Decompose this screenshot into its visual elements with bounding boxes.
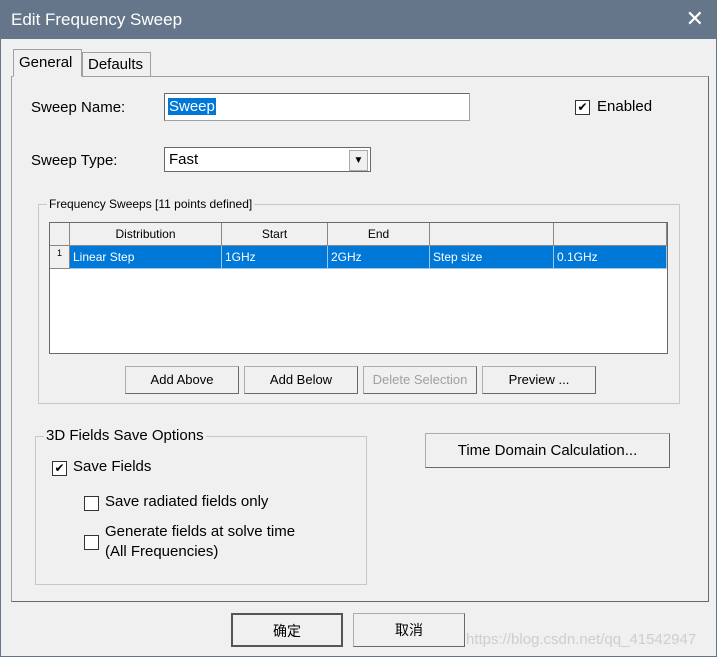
save-fields-label: Save Fields: [73, 458, 152, 475]
tab-general[interactable]: General: [13, 49, 82, 77]
add-below-button[interactable]: Add Below: [244, 366, 358, 394]
row-number[interactable]: 1: [50, 246, 70, 269]
sweep-type-value: Fast: [169, 151, 199, 168]
enabled-label: Enabled: [597, 98, 653, 115]
table-cell-distribution[interactable]: Linear Step: [70, 246, 222, 269]
frequency-sweeps-title: Frequency Sweeps [11 points defined]: [47, 197, 255, 211]
column-header-start[interactable]: Start: [222, 223, 328, 246]
table-cell-step-type[interactable]: Step size: [430, 246, 554, 269]
generate-fields-label: Generate fields at solve time: [105, 523, 296, 540]
table-cell-start[interactable]: 1GHz: [222, 246, 328, 269]
radiated-only-checkbox[interactable]: [84, 496, 99, 511]
preview-button[interactable]: Preview ...: [482, 366, 596, 394]
add-above-button[interactable]: Add Above: [125, 366, 239, 394]
column-header-end[interactable]: End: [328, 223, 430, 246]
watermark: https://blog.csdn.net/qq_41542947: [466, 631, 697, 648]
tab-defaults[interactable]: Defaults: [82, 52, 151, 76]
column-header-distribution[interactable]: Distribution: [70, 223, 222, 246]
column-header-4[interactable]: [430, 223, 554, 246]
table-cell-step-value[interactable]: 0.1GHz: [554, 246, 667, 269]
chevron-down-icon[interactable]: ▼: [349, 150, 368, 171]
sweep-type-label: Sweep Type:: [31, 152, 118, 169]
corner-header: [50, 223, 70, 246]
sweep-name-value: Sweep: [168, 98, 216, 115]
sweep-name-label: Sweep Name:: [31, 99, 126, 116]
sweep-name-input[interactable]: Sweep: [164, 93, 470, 121]
cancel-button[interactable]: 取消: [353, 613, 465, 647]
save-fields-checkbox[interactable]: ✔: [52, 461, 67, 476]
fields-3d-title: 3D Fields Save Options: [44, 427, 206, 444]
radiated-only-label: Save radiated fields only: [105, 493, 269, 510]
table-cell-end[interactable]: 2GHz: [328, 246, 430, 269]
delete-selection-button[interactable]: Delete Selection: [363, 366, 477, 394]
sweep-table[interactable]: Distribution Start End 1 Linear Step 1GH…: [49, 222, 668, 354]
close-icon[interactable]: ✕: [686, 6, 704, 32]
time-domain-calculation-button[interactable]: Time Domain Calculation...: [425, 433, 670, 468]
title-bar: Edit Frequency Sweep ✕: [1, 1, 717, 39]
enabled-checkbox[interactable]: ✔: [575, 100, 590, 115]
generate-fields-label-2: (All Frequencies): [105, 543, 219, 560]
sweep-type-select[interactable]: Fast ▼: [164, 147, 371, 172]
column-header-5[interactable]: [554, 223, 667, 246]
ok-button[interactable]: 确定: [231, 613, 343, 647]
window-title: Edit Frequency Sweep: [11, 10, 183, 29]
generate-fields-checkbox[interactable]: [84, 535, 99, 550]
